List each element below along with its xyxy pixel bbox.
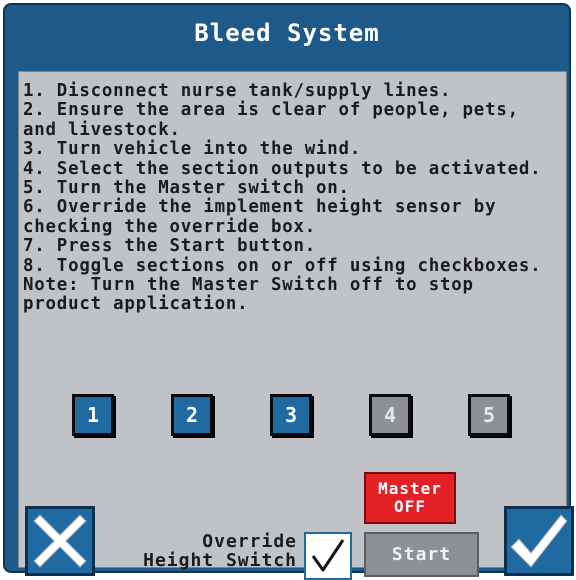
instruction-item: 6. Override the implement height sensor … [23,197,497,237]
master-switch-button[interactable]: Master OFF [364,472,456,524]
instruction-note: Note: Turn the Master Switch off to stop… [23,275,474,315]
content-panel: 1. Disconnect nurse tank/supply lines. 2… [18,71,574,580]
master-label: Master [378,479,442,498]
cancel-button[interactable] [25,506,95,576]
window-title: Bleed System [194,19,380,47]
instructions-list: 1. Disconnect nurse tank/supply lines. 2… [23,81,563,315]
checkmark-icon [510,514,568,568]
checkmark-icon [311,539,345,572]
section-3-button[interactable]: 3 [270,394,312,436]
instruction-item: 7. Press the Start button. [23,236,317,257]
accept-button[interactable] [504,506,574,576]
dialog-window: Bleed System 1. Disconnect nurse tank/su… [3,3,574,580]
instruction-item: 3. Turn vehicle into the wind. [23,139,362,160]
section-4-button[interactable]: 4 [369,394,411,436]
override-label: Override Height Switch [111,532,297,570]
instruction-item: 8. Toggle sections on or off using check… [23,255,542,276]
instruction-item: 1. Disconnect nurse tank/supply lines. [23,81,452,101]
instruction-item: 4. Select the section outputs to be acti… [23,158,542,179]
close-icon [33,514,87,568]
section-5-button[interactable]: 5 [468,394,510,436]
master-state: OFF [394,497,426,516]
section-1-button[interactable]: 1 [72,394,114,436]
override-label-line2: Height Switch [143,550,297,571]
section-2-button[interactable]: 2 [171,394,213,436]
override-label-line1: Override [202,531,297,552]
instruction-item: 5. Turn the Master switch on. [23,178,350,199]
instruction-item: 2. Ensure the area is clear of people, p… [23,100,519,140]
start-button[interactable]: Start [364,532,479,577]
override-height-checkbox[interactable] [304,532,352,580]
